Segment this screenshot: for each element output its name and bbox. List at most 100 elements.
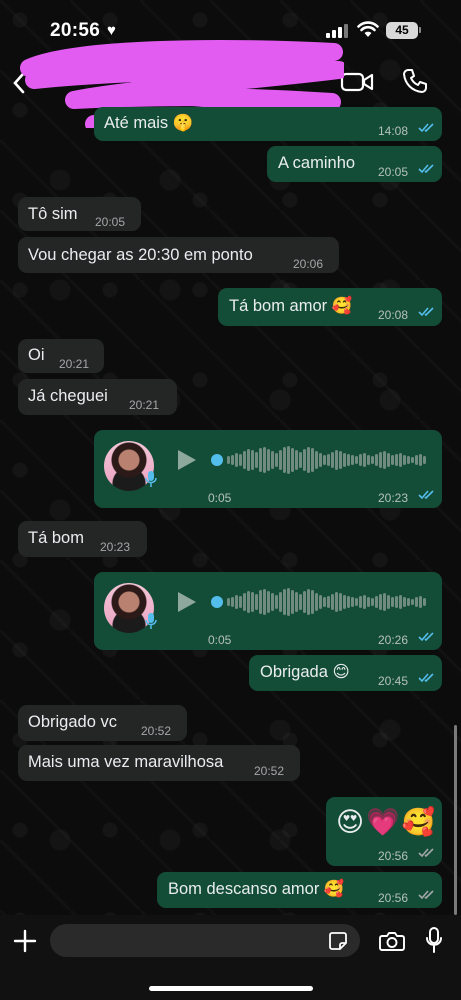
message-time: 20:05 [95,215,126,229]
message-incoming[interactable]: Mais uma vez maravilhosa 20:52 [18,745,300,781]
waveform-bar [319,595,322,609]
message-incoming[interactable]: Tá bom 20:23 [18,521,147,557]
waveform-bar [375,454,378,466]
waveform-bar [387,595,390,609]
mic-record-icon[interactable] [425,927,443,953]
waveform-bar [291,448,294,472]
waveform-bar [347,596,350,608]
read-ticks-icon [418,307,434,317]
waveform-bar [259,590,262,614]
voice-duration: 0:05 [208,633,232,647]
message-input[interactable] [50,924,360,957]
waveform-bar [331,452,334,468]
read-ticks-icon [418,632,434,642]
waveform-bar [327,596,330,608]
waveform-bar [383,451,386,469]
audio-waveform[interactable] [227,445,427,475]
message-time: 20:23 [378,491,409,505]
mic-icon [145,613,157,629]
message-incoming[interactable]: Oi 20:21 [18,339,104,373]
waveform-bar [271,593,274,611]
waveform-bar [287,446,290,474]
waveform-bar [419,454,422,466]
waveform-bar [231,597,234,607]
phone-icon[interactable] [402,68,428,94]
waveform-bar [247,591,250,613]
message-text: Mais uma vez maravilhosa [28,753,224,771]
message-text: Oi [28,346,45,364]
waveform-bar [275,453,278,467]
message-outgoing[interactable]: Tá bom amor 🥰 20:08 [218,288,442,326]
cellular-signal-icon [326,24,348,38]
voice-message-outgoing[interactable]: 0:05 20:23 [94,430,442,508]
message-incoming[interactable]: Obrigado vc 20:52 [18,705,187,741]
message-time: 20:45 [378,674,409,688]
message-time: 20:56 [378,891,409,905]
message-time: 20:05 [378,165,409,179]
home-indicator[interactable] [149,986,313,991]
sticker-icon[interactable] [328,931,348,951]
waveform-bar [259,448,262,472]
waveform-bar [371,456,374,464]
message-outgoing[interactable]: Bom descanso amor 🥰 20:56 [157,872,442,908]
waveform-bar [407,598,410,606]
message-incoming[interactable]: Tô sim 20:05 [18,197,141,231]
waveform-bar [295,592,298,612]
delivered-ticks-icon [418,848,434,858]
waveform-bar [355,456,358,464]
play-icon[interactable] [178,592,196,612]
waveform-bar [343,595,346,609]
message-incoming[interactable]: Vou chegar as 20:30 em ponto 20:06 [18,237,339,273]
scrollbar[interactable] [454,725,457,915]
play-icon[interactable] [178,450,196,470]
message-text: Obrigado vc [28,713,117,731]
waveform-bar [251,450,254,470]
waveform-bar [319,453,322,467]
read-ticks-icon [418,490,434,500]
waveform-bar [379,452,382,468]
waveform-bar [395,454,398,466]
playback-position[interactable] [211,596,223,608]
message-outgoing[interactable]: 😍💗🥰 20:56 [326,797,442,866]
message-time: 20:52 [254,764,285,778]
wifi-icon [357,21,379,37]
delivered-ticks-icon [418,890,434,900]
message-incoming[interactable]: Já cheguei 20:21 [18,379,177,415]
message-outgoing[interactable]: Obrigada 😊 20:45 [249,655,442,691]
waveform-bar [399,453,402,467]
waveform-bar [279,592,282,612]
waveform-bar [299,452,302,468]
message-outgoing[interactable]: A caminho 20:05 [267,146,442,182]
waveform-bar [243,593,246,611]
waveform-bar [231,455,234,465]
waveform-bar [411,599,414,605]
plus-icon[interactable] [13,929,37,953]
voice-message-outgoing[interactable]: 0:05 20:26 [94,572,442,650]
video-call-icon[interactable] [340,70,374,94]
waveform-bar [343,453,346,467]
camera-icon[interactable] [379,930,405,952]
waveform-bar [263,589,266,615]
message-text: Tô sim [28,205,78,223]
waveform-bar [303,449,306,471]
message-outgoing[interactable]: Até mais 🤫 14:08 [94,107,442,141]
waveform-bar [311,590,314,614]
waveform-bar [307,447,310,473]
waveform-bar [255,452,258,468]
waveform-bar [363,453,366,467]
waveform-bar [283,447,286,473]
playback-position[interactable] [211,454,223,466]
waveform-bar [395,596,398,608]
waveform-bar [367,455,370,465]
message-time: 20:56 [378,849,409,863]
read-ticks-icon [418,164,434,174]
audio-waveform[interactable] [227,587,427,617]
message-time: 20:23 [100,540,131,554]
waveform-bar [239,454,242,466]
message-text: 😍💗🥰 [336,807,438,837]
waveform-bar [283,589,286,615]
message-text: Já cheguei [28,387,108,405]
waveform-bar [235,453,238,467]
waveform-bar [263,447,266,473]
waveform-bar [391,597,394,607]
